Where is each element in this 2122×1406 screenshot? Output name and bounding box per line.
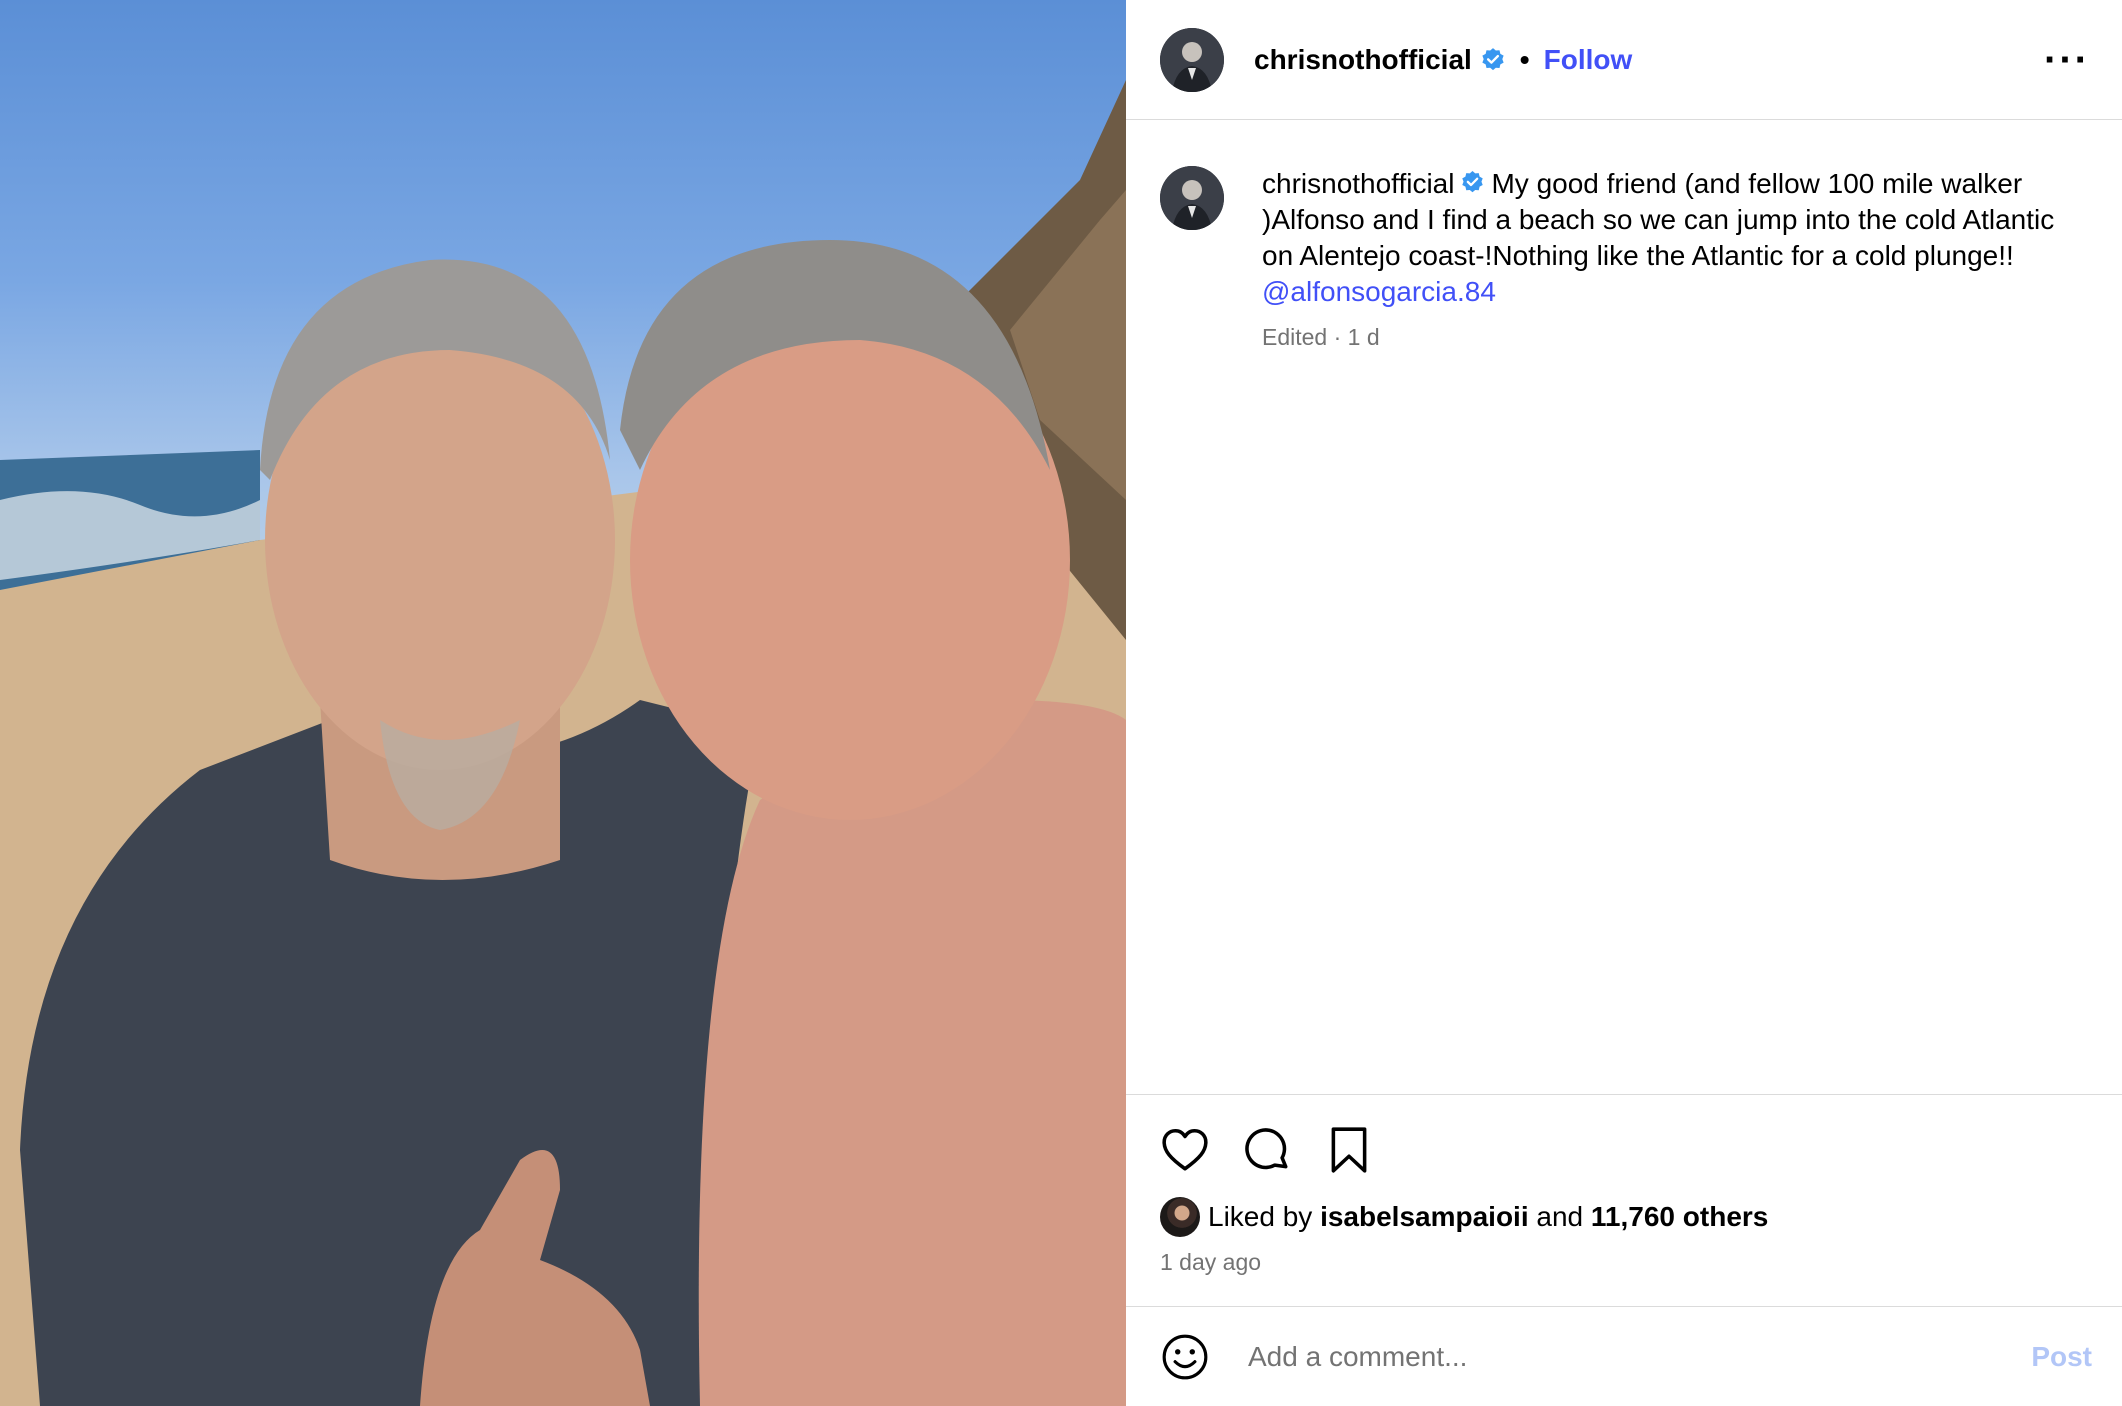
likes-text: Liked by isabelsampaioii and 11,760 othe… — [1208, 1201, 1768, 1233]
author-username[interactable]: chrisnothofficial — [1254, 44, 1472, 76]
photo-illustration — [0, 80, 1126, 1406]
post-comment-button[interactable]: Post — [2031, 1341, 2092, 1373]
engagement-section: Liked by isabelsampaioii and 11,760 othe… — [1126, 1094, 2122, 1306]
verified-badge-icon — [1482, 47, 1504, 70]
follow-button[interactable]: Follow — [1544, 44, 1633, 76]
action-bar — [1160, 1123, 2082, 1177]
post-timestamp[interactable]: 1 day ago — [1160, 1249, 2082, 1276]
caption-body: chrisnothofficial My good friend (and fel… — [1262, 166, 2082, 1094]
caption-mention-link[interactable]: @alfonsogarcia.84 — [1262, 274, 2082, 310]
bookmark-icon[interactable] — [1324, 1125, 1374, 1175]
comment-bar: Post — [1126, 1306, 2122, 1406]
smiley-icon[interactable] — [1160, 1332, 1210, 1382]
caption-author-avatar[interactable] — [1160, 166, 1224, 230]
more-options-icon[interactable]: ··· — [2044, 40, 2090, 80]
liker-avatar[interactable] — [1160, 1197, 1200, 1237]
heart-icon[interactable] — [1160, 1125, 1210, 1175]
author-avatar[interactable] — [1160, 27, 1224, 92]
verified-badge-icon — [1462, 171, 1484, 193]
comment-input[interactable] — [1246, 1339, 2032, 1374]
caption-text-block: chrisnothofficial My good friend (and fel… — [1262, 166, 2082, 310]
likes-row: Liked by isabelsampaioii and 11,760 othe… — [1160, 1197, 2082, 1237]
caption-section: chrisnothofficial My good friend (and fel… — [1126, 120, 2122, 1094]
others-likes-link[interactable]: 11,760 others — [1591, 1201, 1768, 1232]
post-header: chrisnothofficial • Follow ··· — [1126, 0, 2122, 120]
caption-meta: Edited · 1 d — [1262, 324, 1380, 350]
post-details-pane: chrisnothofficial • Follow ··· chrisnoth… — [1126, 0, 2122, 1406]
avatar-image — [1160, 166, 1224, 230]
avatar-image — [1160, 27, 1224, 92]
post-photo[interactable] — [0, 0, 1126, 1406]
comment-bubble-icon[interactable] — [1242, 1125, 1292, 1175]
header-separator: • — [1519, 43, 1530, 75]
caption-author-username[interactable]: chrisnothofficial — [1262, 168, 1454, 199]
post-container: chrisnothofficial • Follow ··· chrisnoth… — [0, 0, 2122, 1406]
and-label: and — [1536, 1201, 1584, 1232]
liked-by-user-link[interactable]: isabelsampaioii — [1320, 1201, 1529, 1232]
liked-by-label: Liked by — [1208, 1201, 1313, 1232]
